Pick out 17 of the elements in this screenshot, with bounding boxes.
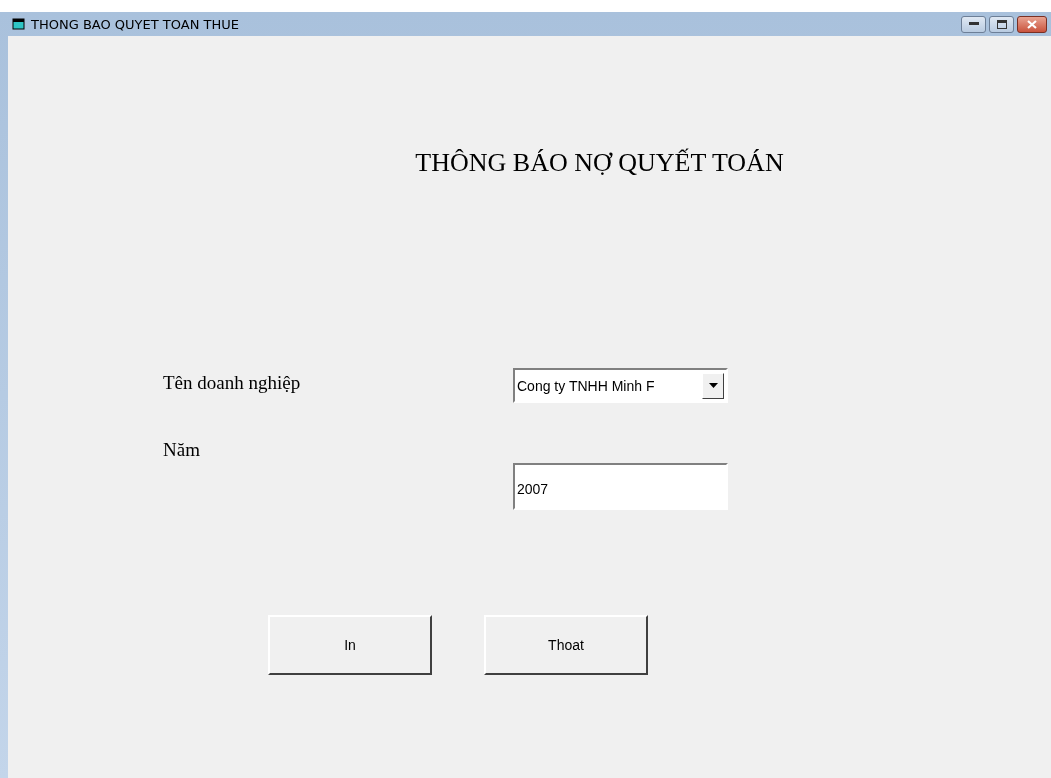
dropdown-button[interactable]: [702, 372, 724, 399]
minimize-icon: [968, 22, 979, 26]
close-icon: [1027, 19, 1037, 29]
form-button[interactable]: Thoat: [484, 615, 648, 675]
company-dropdown[interactable]: Cong ty TNHH Minh F: [513, 368, 728, 403]
maximize-button[interactable]: [989, 15, 1014, 33]
window-title: THONG BAO QUYET TOAN THUE: [31, 16, 239, 32]
field-label: Tên doanh nghiệp: [162, 372, 302, 394]
app-icon: [12, 18, 25, 30]
year-input-field[interactable]: 2007: [513, 463, 728, 510]
form-button[interactable]: In: [268, 615, 432, 675]
maximize-icon: [996, 19, 1007, 29]
close-button[interactable]: [1017, 15, 1047, 33]
minimize-button[interactable]: [961, 15, 986, 33]
caret-icon: [708, 383, 718, 388]
field-label: Năm: [162, 439, 201, 461]
form-heading: THÔNG BÁO NỢ QUYẾT TOÁN: [414, 147, 785, 178]
